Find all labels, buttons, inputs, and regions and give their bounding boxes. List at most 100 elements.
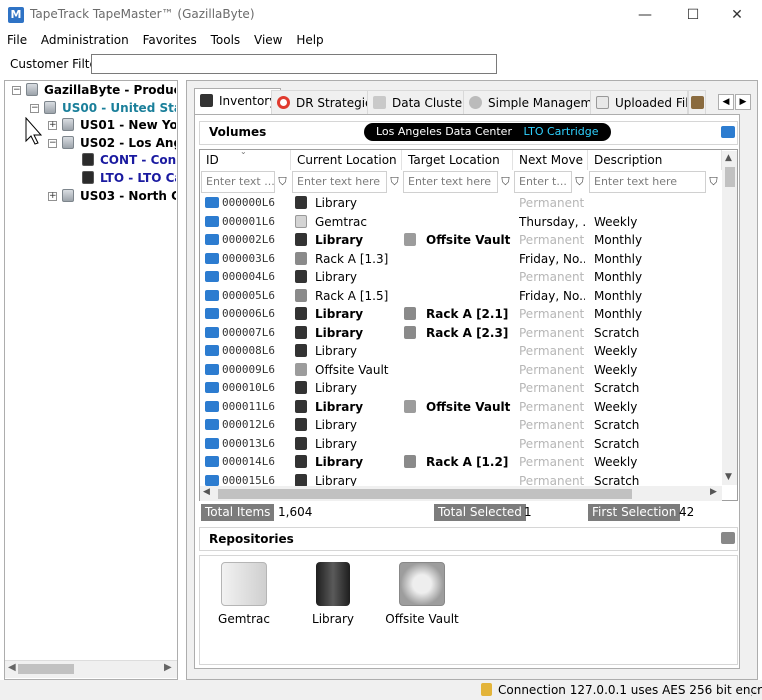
tree-node[interactable]: GazillaByte - Production xyxy=(26,81,176,99)
cell-description: Monthly xyxy=(594,270,643,284)
table-row[interactable]: 000000L6 Library Permanent xyxy=(200,194,722,213)
close-button[interactable]: ✕ xyxy=(714,0,760,30)
filter-input-current-location[interactable]: Enter text here xyxy=(292,171,387,193)
volume-icon xyxy=(721,126,735,138)
cell-current-location: Gemtrac xyxy=(315,214,367,229)
grid-vertical-scrollbar[interactable] xyxy=(722,151,737,485)
resize-grip-icon[interactable]: ⋰ xyxy=(750,688,760,698)
table-row[interactable]: 000009L6 Offsite Vault Permanent Weekly xyxy=(200,361,722,380)
tree-node[interactable]: US01 - New York xyxy=(62,116,176,134)
tab-uploaded-files[interactable]: Uploaded Files xyxy=(590,90,688,114)
table-row[interactable]: 000006L6 Library Rack A [2.1] Permanent Mont… xyxy=(200,305,722,324)
cell-id: 000014L6 xyxy=(222,455,275,468)
tree-expander-icon[interactable]: − xyxy=(48,139,57,148)
table-row[interactable]: 000011L6 Library Offsite Vault Permanent Wee… xyxy=(200,398,722,417)
filter-input-next-move[interactable]: Enter t... xyxy=(514,171,572,193)
scroll-right-icon[interactable]: ▶ xyxy=(710,487,717,497)
menu-favorites[interactable]: Favorites xyxy=(138,30,202,50)
tab-overflow[interactable] xyxy=(688,90,706,114)
scroll-right-icon[interactable]: ▶ xyxy=(164,662,172,673)
cell-description: Scratch xyxy=(594,325,640,340)
repository-library[interactable]: Library xyxy=(288,562,378,626)
scroll-up-icon[interactable]: ▲ xyxy=(725,153,732,163)
tree-node[interactable]: US02 - Los Angeles xyxy=(62,134,176,152)
cell-target-location: Rack A [2.1] xyxy=(426,307,509,321)
cell-current-location: Rack A [1.3] xyxy=(315,251,389,266)
table-row[interactable]: 000004L6 Library Permanent Monthly xyxy=(200,268,722,287)
cell-current-location: Library xyxy=(315,399,364,414)
tree-expander-icon[interactable]: + xyxy=(48,121,57,130)
filter-funnel-icon[interactable]: ⛉ xyxy=(498,174,513,189)
tab-scroll-left-icon[interactable]: ◀ xyxy=(718,94,734,110)
column-header-id[interactable]: ID xyxy=(200,150,291,170)
tab-scroll-right-icon[interactable]: ▶ xyxy=(735,94,751,110)
tree-expander-icon[interactable]: − xyxy=(30,104,39,113)
management-icon xyxy=(469,96,482,109)
tree-node[interactable]: CONT - Container xyxy=(82,151,176,169)
vault-icon xyxy=(399,562,445,606)
server-icon xyxy=(62,118,74,131)
column-header-next-move[interactable]: Next Move xyxy=(513,150,588,170)
breadcrumb-media-type[interactable]: LTO Cartridge xyxy=(523,125,598,138)
app-icon: M xyxy=(8,7,24,23)
cell-target-location: Offsite Vault xyxy=(426,233,511,247)
table-row[interactable]: 000007L6 Library Rack A [2.3] Permanent Scra… xyxy=(200,324,722,343)
grid-hscroll-thumb[interactable] xyxy=(218,489,632,499)
filter-funnel-icon[interactable]: ⛉ xyxy=(572,174,587,189)
cell-description: Scratch xyxy=(594,381,640,395)
table-row[interactable]: 000014L6 Library Rack A [1.2] Permanent Week… xyxy=(200,453,722,472)
filter-funnel-icon[interactable]: ⛉ xyxy=(706,174,721,189)
tape-icon xyxy=(82,171,94,184)
repository-offsite-vault[interactable]: Offsite Vault xyxy=(377,562,467,626)
repository-gemtrac[interactable]: Gemtrac xyxy=(199,562,289,626)
tab-data-clusters[interactable]: Data Clusters xyxy=(367,90,479,114)
column-header-current-location[interactable]: Current Location xyxy=(291,150,402,170)
table-row[interactable]: 000005L6 Rack A [1.5] Friday, No... Monthly xyxy=(200,287,722,306)
menu-help[interactable]: Help xyxy=(291,30,328,50)
customer-filter-input[interactable] xyxy=(91,54,497,74)
library-icon xyxy=(295,196,307,209)
menu-administration[interactable]: Administration xyxy=(36,30,134,50)
column-header-description[interactable]: Description xyxy=(588,150,722,170)
menu-tools[interactable]: Tools xyxy=(206,30,246,50)
table-row[interactable]: 000012L6 Library Permanent Scratch xyxy=(200,416,722,435)
cluster-icon xyxy=(373,96,386,109)
tab-inventory[interactable]: Inventory xyxy=(194,88,282,114)
table-row[interactable]: 000001L6 Gemtrac Thursday, ... Weekly xyxy=(200,213,722,232)
tape-cartridge-icon xyxy=(205,326,219,338)
filter-input-id[interactable]: Enter text ... xyxy=(201,171,275,193)
tree-node[interactable]: LTO - LTO Cartridge xyxy=(82,169,176,187)
table-row[interactable]: 000002L6 Library Offsite Vault Permanent Mon… xyxy=(200,231,722,250)
cell-id: 000012L6 xyxy=(222,418,275,431)
grid-vscroll-thumb[interactable] xyxy=(725,167,735,187)
table-row[interactable]: 000010L6 Library Permanent Scratch xyxy=(200,379,722,398)
filter-funnel-icon[interactable]: ⛉ xyxy=(275,174,290,189)
tree-expander-icon[interactable]: + xyxy=(48,192,57,201)
filter-input-description[interactable]: Enter text here xyxy=(589,171,706,193)
scroll-left-icon[interactable]: ◀ xyxy=(8,662,16,673)
location-breadcrumb[interactable]: Los Angeles Data Center LTO Cartridge xyxy=(364,123,611,141)
cell-id: 000001L6 xyxy=(222,214,275,228)
tree-node[interactable]: US03 - North Carolina xyxy=(62,187,176,205)
breadcrumb-location[interactable]: Los Angeles Data Center xyxy=(376,125,512,138)
table-row[interactable]: 000008L6 Library Permanent Weekly xyxy=(200,342,722,361)
filter-funnel-icon[interactable]: ⛉ xyxy=(387,174,402,189)
minimize-button[interactable]: — xyxy=(622,0,668,30)
menu-view[interactable]: View xyxy=(249,30,287,50)
table-row[interactable]: 000003L6 Rack A [1.3] Friday, No... Monthly xyxy=(200,250,722,269)
scroll-down-icon[interactable]: ▼ xyxy=(725,472,732,482)
cell-next-move: Permanent xyxy=(519,381,585,395)
tree-node[interactable]: US00 - United States xyxy=(44,99,176,117)
tree-expander-icon[interactable]: − xyxy=(12,86,21,95)
server-icon xyxy=(62,189,74,202)
rack-icon xyxy=(295,288,307,302)
scroll-left-icon[interactable]: ◀ xyxy=(203,487,210,497)
server-icon xyxy=(62,136,74,149)
library-icon xyxy=(295,436,307,450)
column-header-target-location[interactable]: Target Location xyxy=(402,150,513,170)
table-row[interactable]: 000013L6 Library Permanent Scratch xyxy=(200,435,722,454)
maximize-button[interactable]: ☐ xyxy=(670,0,716,30)
filter-input-target-location[interactable]: Enter text here xyxy=(403,171,498,193)
menu-file[interactable]: File xyxy=(2,30,32,50)
tree-scroll-thumb[interactable] xyxy=(18,664,74,674)
